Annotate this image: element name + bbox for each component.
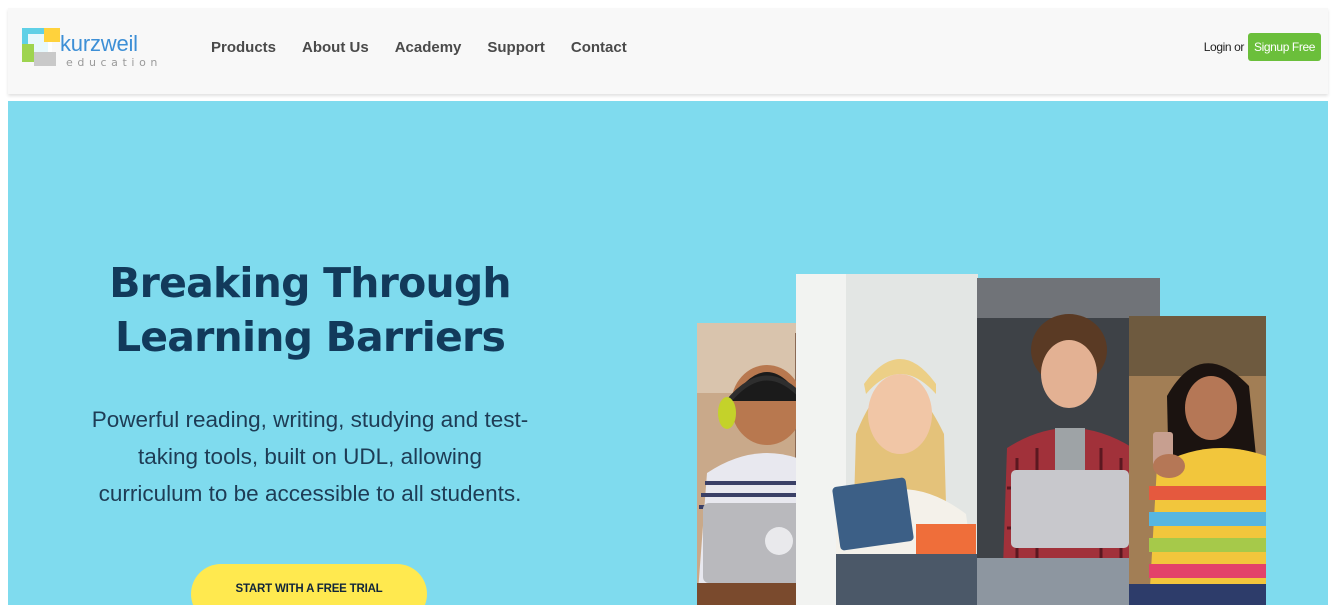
logo-cube-icon [22, 28, 60, 66]
hero-subtitle: Powerful reading, writing, studying and … [63, 401, 557, 512]
hero-title-line-2: Learning Barriers [114, 313, 506, 361]
hero-subtitle-line-2: taking tools, built on UDL, allowing [138, 444, 482, 469]
nav-academy[interactable]: Academy [395, 39, 462, 56]
hero-title-line-1: Breaking Through [109, 259, 511, 307]
hero-photo-woman-tablet [796, 274, 978, 605]
main-nav: Products About Us Academy Support Contac… [211, 39, 653, 56]
hero-subtitle-line-1: Powerful reading, writing, studying and … [91, 407, 529, 432]
kurzweil-logo[interactable]: kurzweil education [18, 22, 158, 70]
hero-photo-girl-phone [1129, 316, 1266, 605]
hero-section: Breaking Through Learning Barriers Power… [8, 101, 1328, 605]
nav-about-us[interactable]: About Us [302, 39, 369, 56]
site-header: kurzweil education Products About Us Aca… [8, 8, 1328, 94]
start-free-trial-button[interactable]: START WITH A FREE TRIAL [191, 564, 427, 605]
logo-wordmark: kurzweil [60, 31, 138, 56]
nav-support[interactable]: Support [487, 39, 545, 56]
logo-tagline: education [66, 56, 162, 69]
hero-title: Breaking Through Learning Barriers [8, 256, 612, 364]
nav-contact[interactable]: Contact [571, 39, 627, 56]
nav-products[interactable]: Products [211, 39, 276, 56]
login-link[interactable]: Login [1204, 40, 1232, 54]
login-or-text: or [1234, 40, 1245, 54]
signup-free-button[interactable]: Signup Free [1248, 33, 1321, 61]
account-area: Login or Signup Free [1204, 33, 1321, 61]
hero-subtitle-line-3: curriculum to be accessible to all stude… [98, 481, 522, 506]
